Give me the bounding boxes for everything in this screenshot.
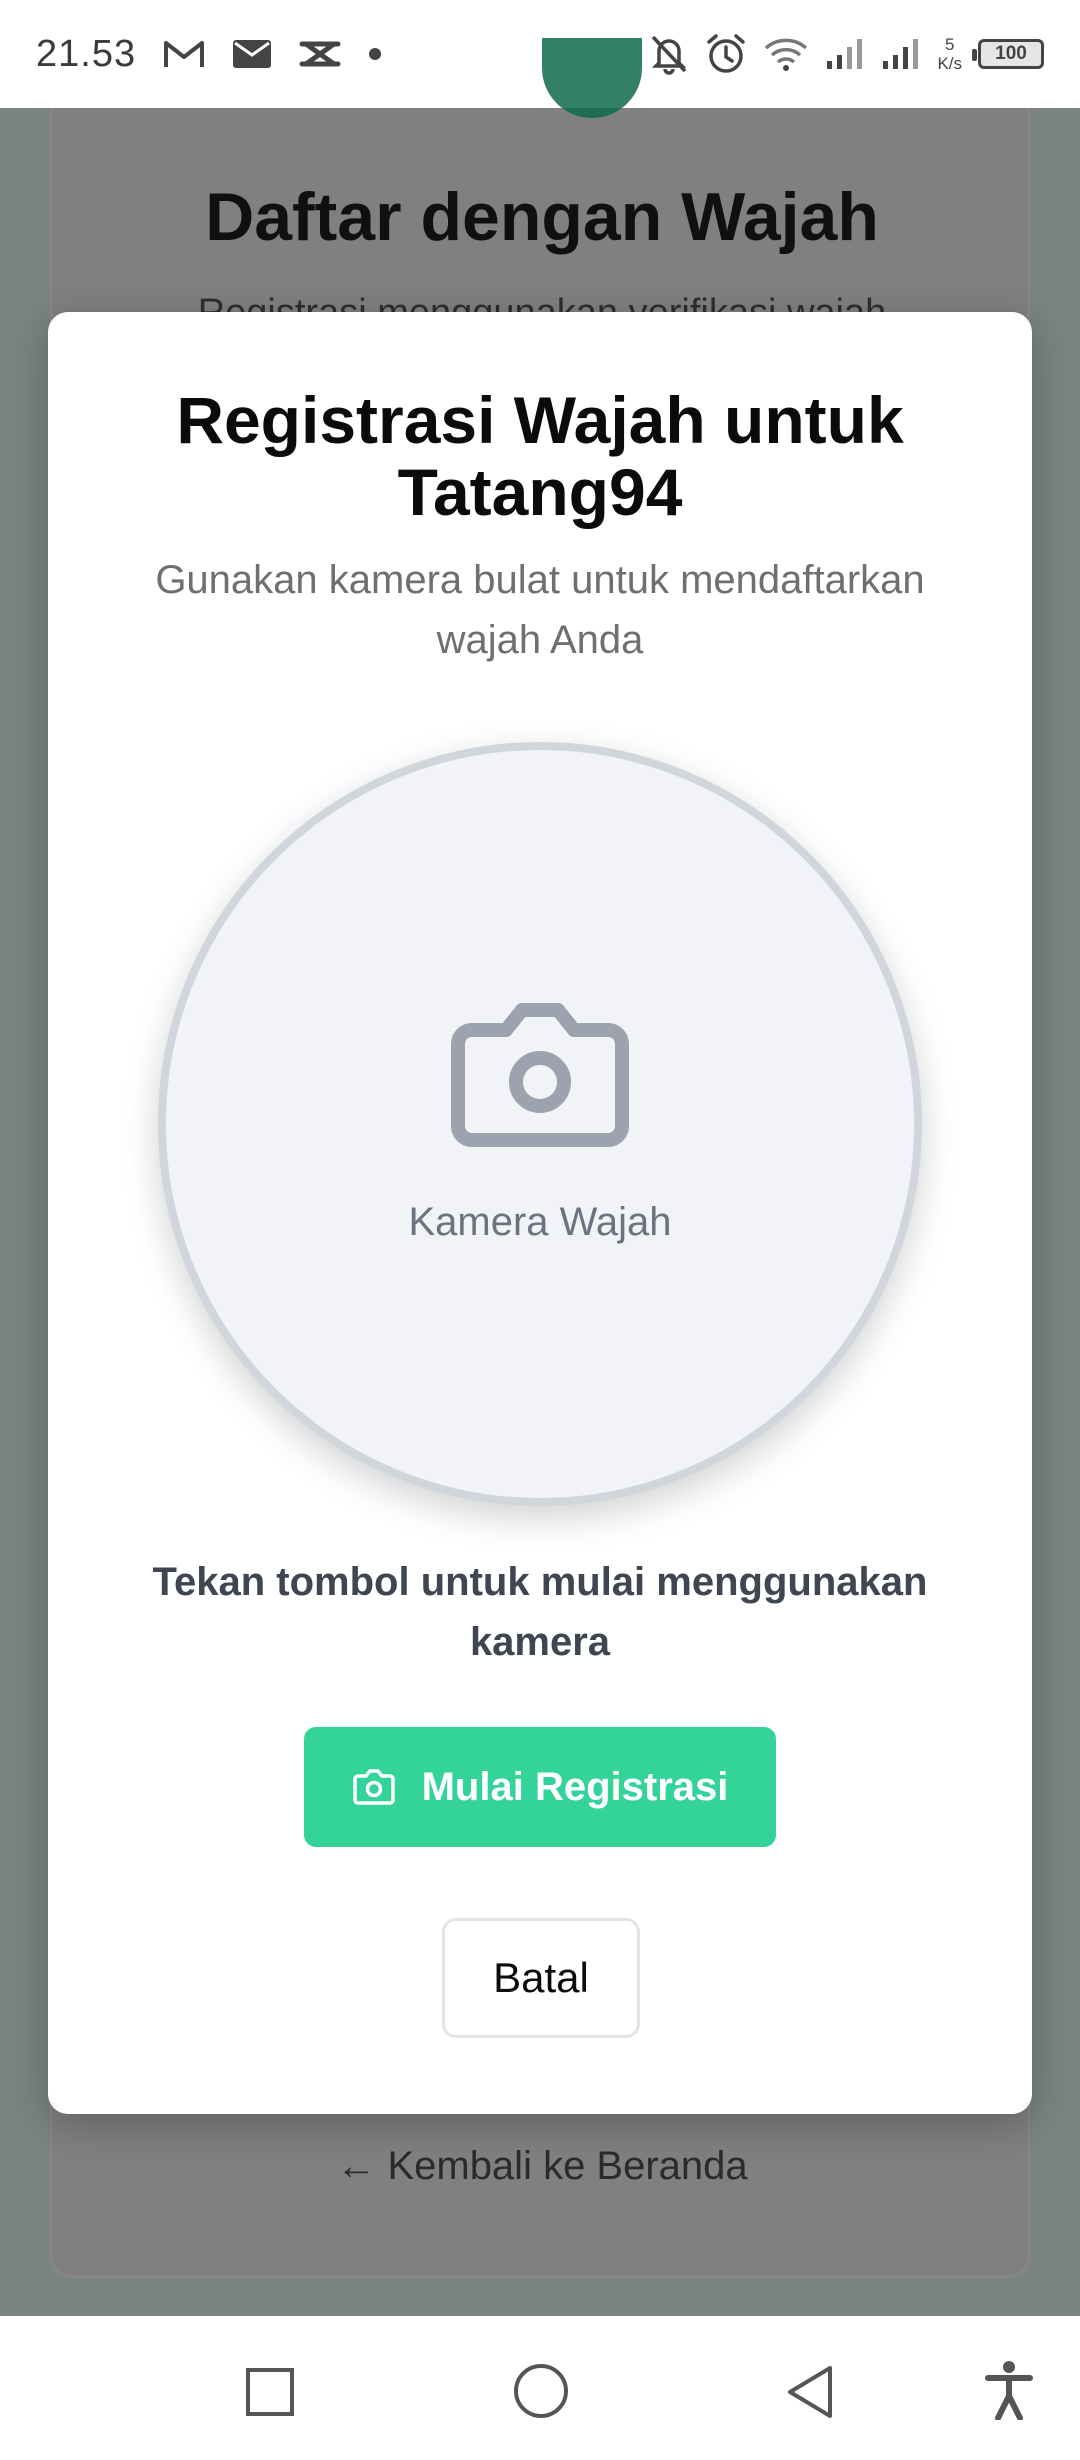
camera-icon: [352, 1769, 396, 1805]
cancel-label: Batal: [493, 1954, 589, 2001]
accessibility-icon[interactable]: [984, 2360, 1034, 2425]
alarm-icon: [705, 33, 747, 75]
face-camera-preview: Kamera Wajah: [158, 742, 922, 1506]
status-time: 21.53: [36, 32, 137, 75]
camera-icon: [448, 1000, 632, 1155]
status-bar: 21.53 5 K/s 100: [0, 0, 1080, 108]
page-title: Daftar dengan Wajah: [205, 179, 879, 255]
back-icon[interactable]: [784, 2364, 836, 2425]
signal-icon: [881, 37, 921, 71]
network-speed-unit: K/s: [937, 54, 962, 73]
signal-icon: [825, 37, 865, 71]
face-registration-modal: Registrasi Wajah untuk Tatang94 Gunakan …: [48, 312, 1032, 2114]
recent-apps-icon[interactable]: [244, 2366, 296, 2423]
start-registration-label: Mulai Registrasi: [421, 1764, 729, 1809]
mail-icon: [232, 38, 272, 70]
modal-subtitle: Gunakan kamera bulat untuk mendaftarkan …: [155, 558, 925, 662]
gmail-icon: [162, 37, 206, 71]
camera-label: Kamera Wajah: [408, 1200, 672, 1244]
bell-off-icon: [649, 33, 689, 75]
capcut-icon: [298, 36, 342, 72]
home-icon[interactable]: [512, 2362, 570, 2425]
navigation-bar: [0, 2316, 1080, 2460]
cancel-button[interactable]: Batal: [442, 1918, 640, 2038]
instruction-text: Tekan tombol untuk mulai menggunakan kam…: [152, 1560, 928, 1664]
dot-icon: [368, 47, 382, 61]
battery-indicator: 100: [972, 39, 1044, 69]
battery-level: 100: [995, 43, 1027, 64]
network-speed-value: 5: [944, 35, 955, 54]
modal-title: Registrasi Wajah untuk Tatang94: [176, 383, 904, 529]
start-registration-button[interactable]: Mulai Registrasi: [304, 1727, 776, 1847]
network-speed: 5 K/s: [937, 35, 962, 73]
page-subtitle: Registrasi menggunakan verifikasi wajah: [197, 292, 887, 313]
back-to-home-link[interactable]: ← Kembali ke Beranda: [52, 2144, 1032, 2189]
wifi-icon: [763, 36, 809, 72]
